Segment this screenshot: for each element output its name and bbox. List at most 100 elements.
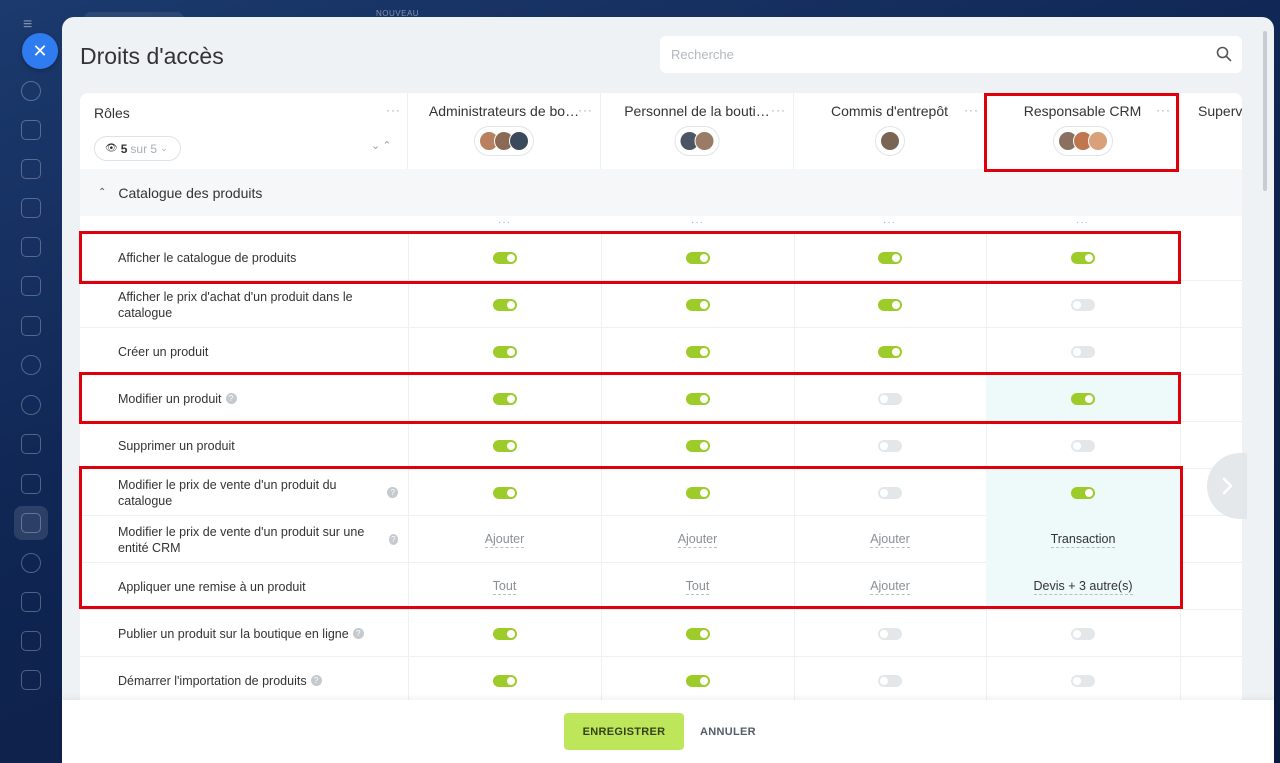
role-avatars[interactable]	[674, 126, 720, 156]
permission-cell	[408, 657, 601, 701]
calendar-icon[interactable]	[21, 198, 41, 218]
permission-cell: Ajouter	[408, 516, 601, 563]
permission-cell	[408, 469, 601, 516]
document-icon[interactable]	[21, 237, 41, 257]
filter-icon[interactable]	[21, 513, 41, 533]
toggle-on[interactable]	[685, 674, 710, 687]
column-menu-icon[interactable]: ···	[691, 217, 704, 228]
toggle-off[interactable]	[1071, 627, 1095, 640]
role-column-1[interactable]: Personnel de la bouti… ···	[601, 93, 794, 169]
search-input[interactable]: Recherche	[660, 36, 1242, 73]
contacts-icon[interactable]	[21, 355, 41, 375]
cart-icon[interactable]	[21, 592, 41, 612]
save-button[interactable]: ENREGISTRER	[564, 713, 684, 750]
role-avatars[interactable]	[1052, 126, 1113, 156]
toggle-on[interactable]	[1071, 392, 1095, 405]
permission-cell	[986, 469, 1180, 516]
permission-value-dropdown[interactable]: Ajouter	[484, 532, 525, 548]
help-icon[interactable]: ?	[388, 534, 398, 545]
search-icon[interactable]	[1216, 46, 1232, 62]
toggle-on[interactable]	[1071, 486, 1095, 499]
role-column-3[interactable]: Responsable CRM ···	[986, 93, 1180, 169]
role-avatars[interactable]	[874, 126, 905, 156]
drive-icon[interactable]	[21, 276, 41, 296]
toggle-on[interactable]	[492, 251, 517, 264]
toggle-on[interactable]	[1071, 251, 1095, 264]
chevron-up-icon[interactable]: ⌃	[98, 187, 106, 198]
toggle-off[interactable]	[1071, 298, 1095, 311]
chat-icon[interactable]	[21, 120, 41, 140]
roles-menu-icon[interactable]: ···	[386, 103, 401, 117]
toggle-off[interactable]	[1071, 439, 1095, 452]
toggle-on[interactable]	[685, 486, 710, 499]
toggle-on[interactable]	[685, 345, 710, 358]
section-catalogue[interactable]: ⌃ Catalogue des produits	[80, 169, 1242, 216]
toggle-off[interactable]	[1071, 674, 1095, 687]
permission-value-dropdown[interactable]: Ajouter	[677, 532, 718, 548]
sync-icon[interactable]	[21, 81, 41, 101]
cube-icon[interactable]	[21, 553, 41, 573]
role-name: Administrateurs de bo…	[428, 103, 580, 119]
toggle-on[interactable]	[492, 345, 517, 358]
permission-value-dropdown[interactable]: Ajouter	[870, 579, 910, 595]
role-menu-icon[interactable]: ···	[578, 103, 593, 117]
role-menu-icon[interactable]: ···	[964, 103, 979, 117]
scrollbar[interactable]	[1263, 31, 1267, 191]
toggle-on[interactable]	[878, 251, 902, 264]
roles-visibility-filter[interactable]: 👁 5 sur 5 ⌄	[94, 136, 181, 161]
toggle-on[interactable]	[685, 627, 710, 640]
role-column-4[interactable]: Superv	[1180, 93, 1242, 169]
toggle-on[interactable]	[685, 298, 710, 311]
menu-icon[interactable]: ≡	[23, 17, 39, 33]
role-column-0[interactable]: Administrateurs de bo… ···	[408, 93, 601, 169]
toggle-on[interactable]	[685, 392, 710, 405]
toggle-off[interactable]	[878, 439, 902, 452]
role-column-2[interactable]: Commis d'entrepôt ···	[794, 93, 986, 169]
role-menu-icon[interactable]: ···	[771, 103, 786, 117]
help-icon[interactable]: ?	[310, 675, 322, 686]
permission-cell	[408, 281, 601, 328]
permission-cell	[601, 469, 794, 516]
cancel-button[interactable]: ANNULER	[690, 713, 766, 750]
permission-cell	[408, 610, 601, 657]
role-avatars[interactable]	[474, 126, 534, 156]
help-icon[interactable]: ?	[352, 628, 364, 639]
column-menu-icon[interactable]: ···	[883, 217, 896, 228]
toggle-off[interactable]	[878, 392, 902, 405]
help-icon[interactable]: ?	[387, 487, 398, 498]
toggle-on[interactable]	[878, 298, 902, 311]
permissions-table: Rôles ··· 👁 5 sur 5 ⌄ ⌄⌃ Administrateurs…	[80, 93, 1242, 701]
toggle-on[interactable]	[492, 627, 517, 640]
toggle-on[interactable]	[492, 392, 517, 405]
hexagon-icon[interactable]	[21, 395, 41, 415]
column-menu-icon[interactable]: ···	[498, 217, 511, 228]
store-icon[interactable]	[21, 670, 41, 690]
help-icon[interactable]: ?	[225, 393, 237, 404]
toggle-on[interactable]	[492, 298, 517, 311]
permission-value-dropdown[interactable]: Devis + 3 autre(s)	[1033, 579, 1133, 595]
toggle-on[interactable]	[492, 439, 517, 452]
permission-label: Appliquer une remise à un produit	[118, 563, 398, 610]
card-icon[interactable]	[21, 631, 41, 651]
toggle-on[interactable]	[492, 486, 517, 499]
toggle-on[interactable]	[878, 345, 902, 358]
close-button[interactable]: ✕	[22, 33, 58, 69]
role-menu-icon[interactable]: ···	[1156, 103, 1171, 117]
toggle-on[interactable]	[685, 439, 710, 452]
toggle-on[interactable]	[685, 251, 710, 264]
tasks-icon[interactable]	[21, 159, 41, 179]
toggle-off[interactable]	[878, 674, 902, 687]
toggle-off[interactable]	[878, 486, 902, 499]
permission-value-dropdown[interactable]: Transaction	[1050, 532, 1116, 548]
toggle-off[interactable]	[1071, 345, 1095, 358]
toggle-off[interactable]	[878, 627, 902, 640]
permission-value-dropdown[interactable]: Tout	[685, 579, 710, 595]
mail-icon[interactable]	[21, 316, 41, 336]
permission-value-dropdown[interactable]: Tout	[492, 579, 517, 595]
column-menu-icon[interactable]: ···	[1076, 217, 1089, 228]
presentation-icon[interactable]	[21, 434, 41, 454]
expand-collapse-icon[interactable]: ⌄⌃	[371, 139, 393, 152]
toggle-on[interactable]	[492, 674, 517, 687]
permission-value-dropdown[interactable]: Ajouter	[870, 532, 910, 548]
checkbox-icon[interactable]	[21, 474, 41, 494]
